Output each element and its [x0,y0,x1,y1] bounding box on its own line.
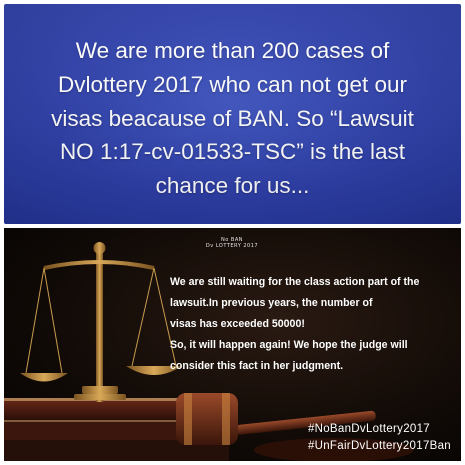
banner-line: NO 1:17-cv-01533-TSC” is the last [59,139,406,165]
hashtag: #UnFairDvLottery2017Ban [307,440,451,452]
message-paragraph-2: So, it will happen again! We hope the ju… [170,335,456,377]
poster-message: We are still waiting for the class actio… [170,272,456,377]
message-line: We are still waiting for the class actio… [170,276,420,288]
banner-message: We are more than 200 cases of Dvlottery … [18,34,447,203]
banner-line: visas beacause of BAN. So “Lawsuit [51,105,414,131]
message-paragraph-1: We are still waiting for the class actio… [170,272,456,335]
hashtags: #NoBanDvLottery2017 #UnFairDvLottery2017… [308,421,451,455]
banner-line: chance for us... [155,173,310,198]
banner-line: Dvlottery 2017 who can not get our [58,71,407,97]
logo-text: Dv LOTTERY 2017 [205,243,259,249]
message-line: visas has exceeded 50000! [170,318,305,330]
message-line: lawsuit.In previous years, the number of [170,297,373,309]
scale [20,242,182,402]
bottom-poster: No BAN Dv LOTTERY 2017 We are still wait… [4,228,461,461]
hashtag: #NoBanDvLottery2017 [307,423,430,435]
top-banner: We are more than 200 cases of Dvlottery … [4,4,461,224]
no-ban-logo: No BAN Dv LOTTERY 2017 [202,234,262,254]
message-line: consider this fact in her judgment. [170,360,344,372]
message-line: So, it will happen again! We hope the ju… [170,339,408,351]
banner-line: We are more than 200 cases of [75,38,390,63]
